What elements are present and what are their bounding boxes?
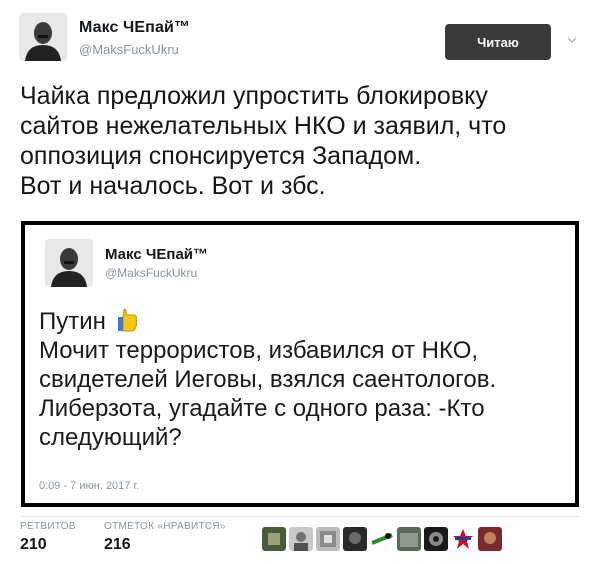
- quoted-timestamp: 0:09 - 7 июн. 2017 г.: [39, 480, 140, 492]
- liker-avatar[interactable]: [289, 527, 313, 551]
- liker-avatar[interactable]: [424, 527, 448, 551]
- stats-divider: [20, 516, 580, 517]
- tweet-text-line: Вот и началось. Вот и збс.: [20, 172, 326, 200]
- likes-stat[interactable]: ОТМЕТОК «НРАВИТСЯ» 216: [104, 521, 226, 554]
- liker-avatar[interactable]: [316, 527, 340, 551]
- quoted-tweet-text: Путин Мочит террористов, избавился от НК…: [39, 307, 569, 452]
- quoted-text-line: свидетелей Иеговы, взялся саентологов.: [39, 366, 497, 393]
- quoted-author-name: Макс ЧЕпай™: [105, 246, 209, 263]
- liker-avatar[interactable]: [370, 527, 394, 551]
- liker-avatar[interactable]: [262, 527, 286, 551]
- liker-avatar[interactable]: [478, 527, 502, 551]
- retweets-stat[interactable]: РЕТВИТОВ 210: [20, 521, 76, 554]
- quoted-text-line: Мочит террористов, избавился от НКО,: [39, 337, 479, 364]
- quoted-text-line: Путин: [39, 307, 569, 336]
- retweets-count: 210: [20, 536, 47, 553]
- tweet-text-line: оппозиция спонсируется Западом.: [20, 142, 422, 170]
- quoted-tweet-image[interactable]: Макс ЧЕпай™ @MaksFuckUkru Путин Мочит те…: [21, 221, 579, 507]
- author-name[interactable]: Макс ЧЕпай™: [79, 19, 190, 37]
- liker-avatars: [262, 527, 502, 551]
- liker-avatar[interactable]: [397, 527, 421, 551]
- quoted-author-avatar: [45, 239, 93, 287]
- liker-avatar[interactable]: [343, 527, 367, 551]
- retweets-label: РЕТВИТОВ: [20, 521, 76, 532]
- tweet-text-line: Чайка предложил упростить блокировку: [20, 82, 488, 110]
- tweet-text-line: сайтов нежелательных НКО и заявил, что: [20, 112, 507, 140]
- likes-label: ОТМЕТОК «НРАВИТСЯ»: [104, 521, 226, 532]
- author-avatar[interactable]: [19, 13, 67, 61]
- chevron-down-icon[interactable]: [565, 33, 579, 47]
- quoted-author-handle: @MaksFuckUkru: [105, 266, 198, 280]
- likes-count: 216: [104, 536, 131, 553]
- quoted-text-first-word: Путин: [39, 308, 106, 335]
- author-handle[interactable]: @MaksFuckUkru: [79, 42, 179, 57]
- thumbs-up-icon: [115, 307, 139, 333]
- quoted-text-line: следующий?: [39, 424, 182, 451]
- quoted-text-line: Либерзота, угадайте с одного раза: -Кто: [39, 395, 485, 422]
- follow-button[interactable]: Читаю: [445, 24, 551, 60]
- tweet-text: Чайка предложил упростить блокировку сай…: [20, 81, 580, 201]
- liker-avatar[interactable]: [451, 527, 475, 551]
